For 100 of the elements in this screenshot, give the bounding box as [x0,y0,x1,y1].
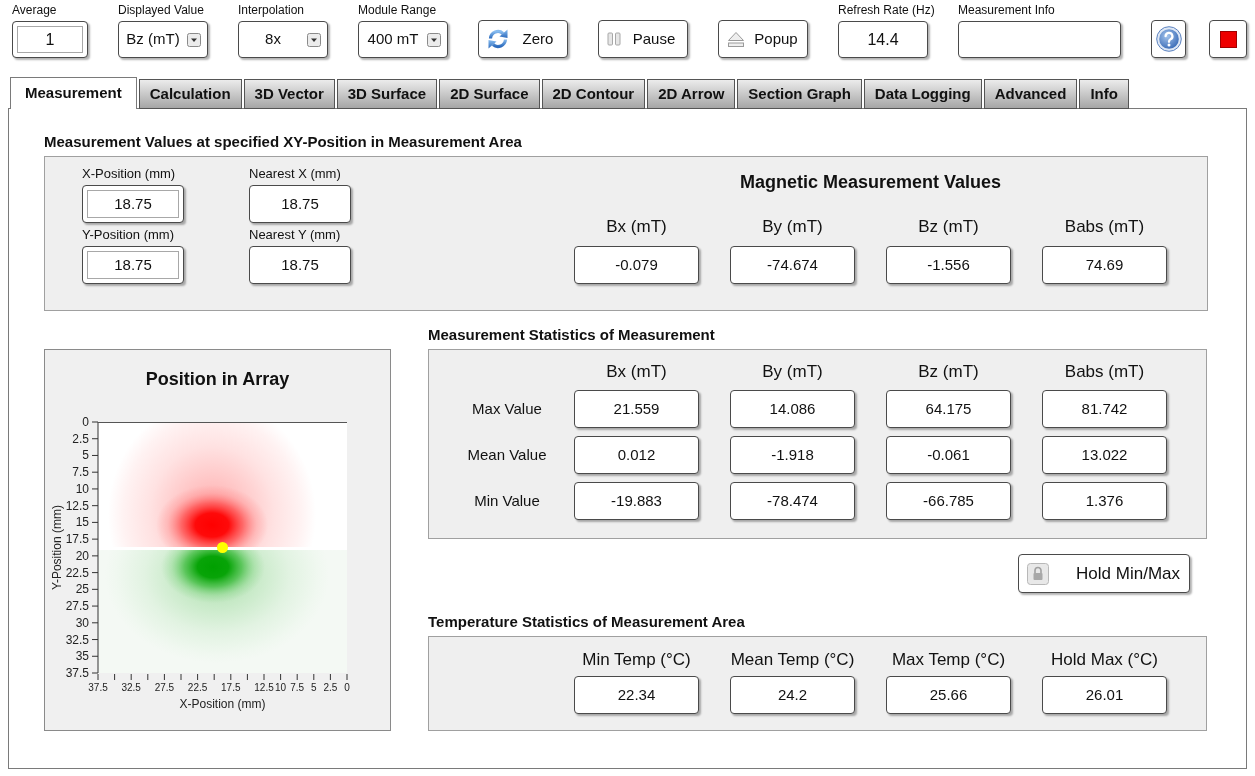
hold-button[interactable]: Hold Min/Max [1018,554,1190,593]
pause-button[interactable]: Pause [598,20,688,58]
field-label: Average [12,3,57,17]
tick-label: 37.5 [88,681,108,693]
tick-label: 35 [75,649,89,664]
section-title: Measurement Statistics of Measurement [428,325,715,345]
field-label: Nearest Y (mm) [249,227,341,243]
column-header: Max Temp (°C) [891,650,1006,670]
tab[interactable]: Advanced [983,79,1078,109]
tick-label: 10 [275,681,287,693]
value-display: 18.75 [249,185,351,223]
value-display: 22.34 [574,676,699,714]
tab[interactable]: Calculation [138,79,242,109]
column-header: Babs (mT) [1064,362,1145,382]
value-display: 81.742 [1042,390,1167,428]
tick-label: 15 [75,515,89,530]
tab[interactable]: Info [1079,79,1129,109]
tick-label: 32.5 [65,632,89,647]
column-header: Bz (mT) [918,362,979,382]
tab[interactable]: 3D Vector [243,79,335,109]
value-display: 14.4 [838,21,928,58]
field-label: Measurement Info [958,3,1055,17]
zero-button[interactable]: Zero [478,20,568,58]
value-display: 26.01 [1042,676,1167,714]
stop-button[interactable] [1209,20,1247,58]
tick-label: 20 [75,548,89,563]
help-button[interactable] [1151,20,1186,58]
column-header: Bx (mT) [606,362,667,382]
dropdown[interactable]: 400 mT [358,21,448,58]
value-display: -78.474 [730,482,855,520]
tick-label: 7.5 [290,681,305,693]
tick-label: 2.5 [323,681,338,693]
field-label: Y-Position (mm) [82,227,174,243]
lock-icon [1027,562,1049,585]
column-header: Min Temp (°C) [582,650,691,670]
caret-icon [307,32,321,47]
value-display: 18.75 [249,246,351,284]
column-header: Bx (mT) [606,217,667,237]
refresh-icon [487,28,509,50]
value-display: 74.69 [1042,246,1167,284]
column-header: By (mT) [762,217,823,237]
numeric-field[interactable]: 1 [12,21,88,58]
value-display: 24.2 [730,676,855,714]
value-display: -1.556 [886,246,1011,284]
value-display: 64.175 [886,390,1011,428]
stop-icon [1219,30,1237,48]
value-display: 21.559 [574,390,699,428]
tick-label: 22.5 [187,681,208,693]
row-label: Mean Value [467,446,547,464]
value-display: 13.022 [1042,436,1167,474]
tick-label: 0 [82,415,89,429]
tick-label: 17.5 [65,532,89,547]
tick-label: 10 [75,481,89,496]
tab[interactable]: Section Graph [737,79,862,109]
value-display: -0.061 [886,436,1011,474]
field-label: Interpolation [238,3,305,17]
numeric-field[interactable]: 18.75 [82,185,184,223]
column-header: Babs (mT) [1064,217,1145,237]
field-label: Nearest X (mm) [249,166,341,182]
value-display: 25.66 [886,676,1011,714]
tick-label: 7.5 [72,465,89,480]
tick-label: 2.5 [72,431,89,446]
chart-title: Position in Array [145,368,290,390]
caret-icon [187,32,201,47]
dropdown[interactable]: 8x [238,21,328,58]
popup-button[interactable]: Popup [718,20,808,58]
tab[interactable]: 3D Surface [336,79,438,109]
row-label: Max Value [472,400,542,418]
pause-icon [607,32,621,46]
tick-label: 17.5 [221,681,241,693]
tick-label: 12.5 [254,681,274,693]
tab[interactable]: 2D Arrow [647,79,736,109]
section-title: Measurement Values at specified XY-Position in Measurement Area [44,132,522,152]
group-title: Magnetic Measurement Values [739,171,1002,193]
tab[interactable]: 2D Contour [541,79,646,109]
section-title: Temperature Statistics of Measurement Area [428,612,745,632]
numeric-field[interactable]: 18.75 [82,246,184,284]
tab[interactable]: Data Logging [863,79,982,109]
tick-label: 27.5 [154,681,175,693]
tick-label: 30 [75,615,89,630]
tab[interactable]: 2D Surface [439,79,540,109]
value-display: 1.376 [1042,482,1167,520]
tick-label: 5 [82,448,89,463]
value-display: -0.079 [574,246,699,284]
tick-label: 12.5 [65,498,89,513]
value-display: -1.918 [730,436,855,474]
tab[interactable]: Measurement [10,77,137,109]
value-display: 0.012 [574,436,699,474]
column-header: By (mT) [762,362,823,382]
dropdown[interactable]: Bz (mT) [118,21,208,58]
tick-label: 37.5 [65,666,89,680]
column-header: Mean Temp (°C) [730,650,855,670]
caret-icon [427,32,441,47]
tick-label: 5 [311,681,317,693]
field-label: X-Position (mm) [82,166,176,182]
axis-title: X-Position (mm) [179,697,266,711]
field-label: Displayed Value [118,3,204,17]
column-header: Bz (mT) [918,217,979,237]
help-icon [1155,26,1182,52]
field-label: Module Range [358,3,437,17]
